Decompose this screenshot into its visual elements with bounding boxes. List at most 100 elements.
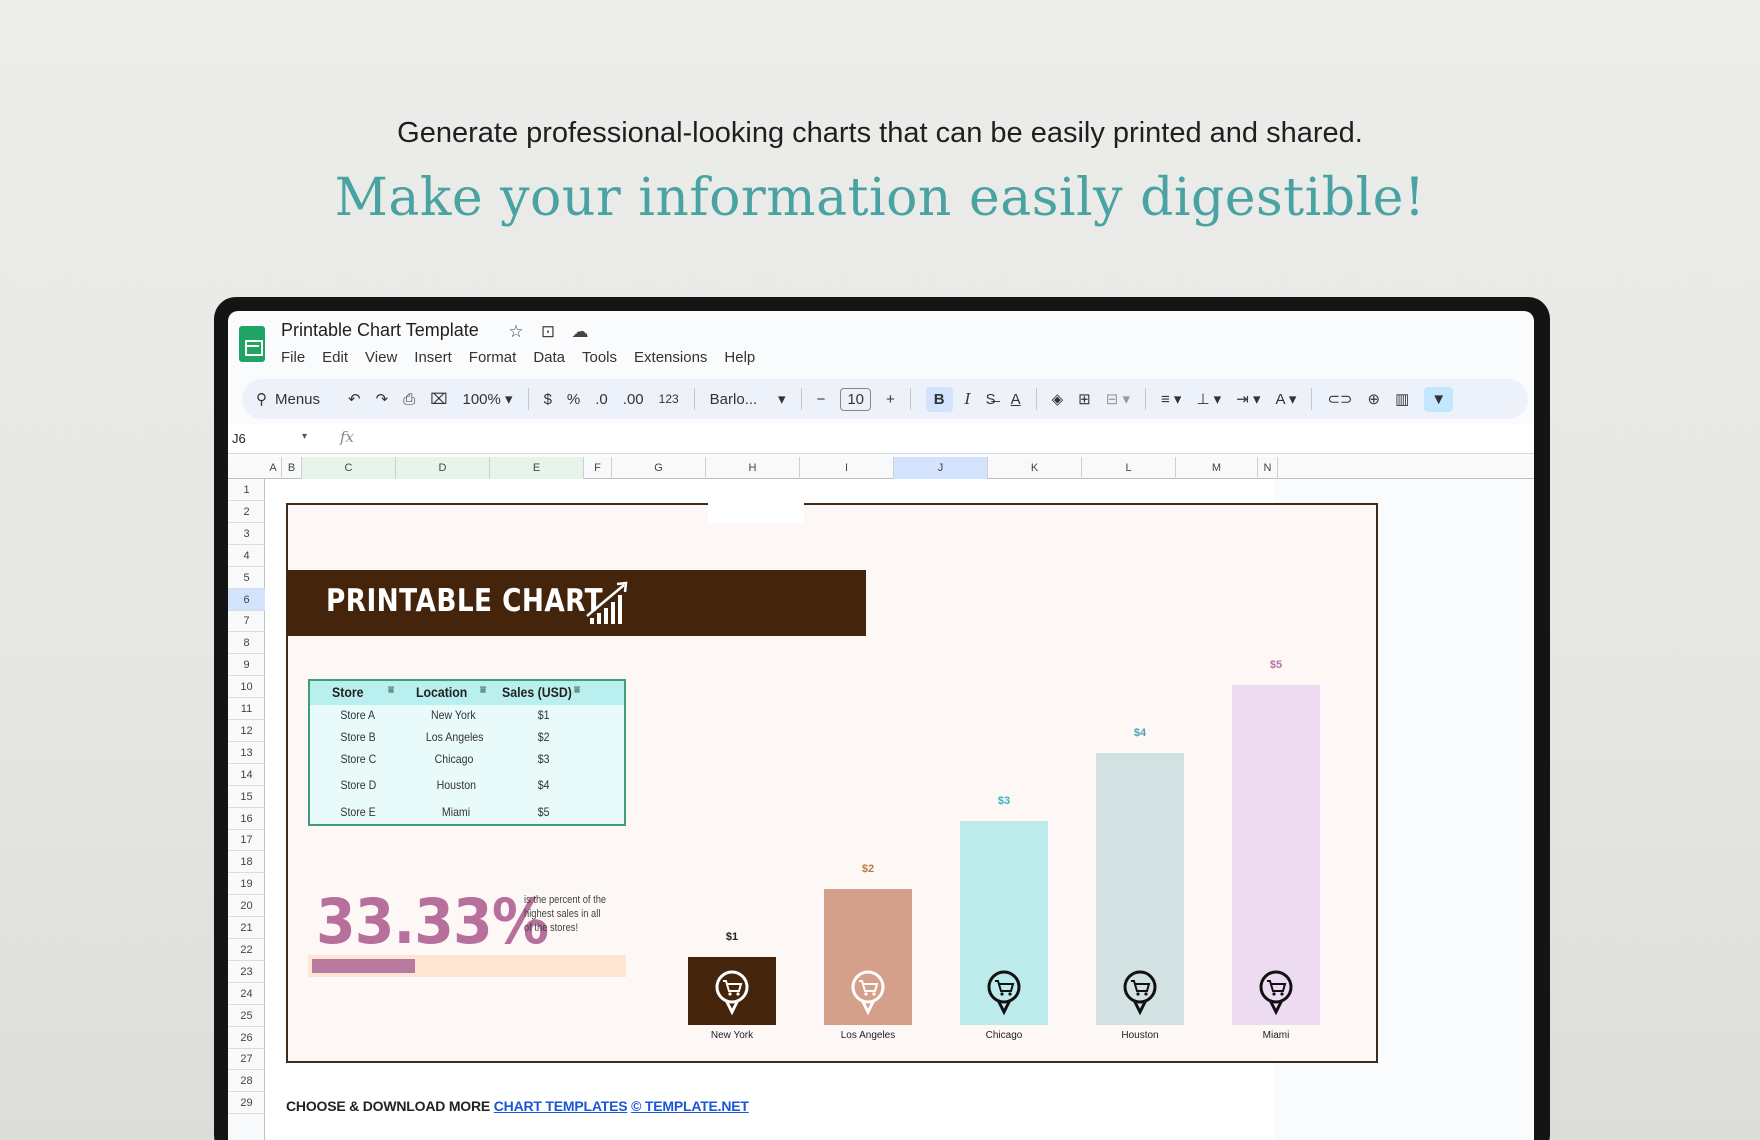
font-size-input[interactable]: 10 [840,387,872,411]
cell-reference[interactable]: J6 [232,431,246,446]
fill-color-icon[interactable]: ◈ [1052,390,1064,408]
sheets-logo-icon[interactable] [239,326,265,362]
horizontal-align-icon[interactable]: ≡ ▾ [1161,390,1181,408]
column-header-c[interactable]: C [302,457,396,479]
number-format-button[interactable]: 123 [659,392,679,406]
row-header-2[interactable]: 2 [228,501,265,523]
decrease-decimal-button[interactable]: .0 [595,391,608,408]
insert-link-icon[interactable]: ⊂⊃ [1327,390,1352,408]
row-header-16[interactable]: 16 [228,808,265,830]
row-header-26[interactable]: 26 [228,1027,265,1049]
header-sales[interactable]: Sales (USD) [502,684,572,700]
cell-store[interactable]: Store A [340,708,375,722]
menu-extensions[interactable]: Extensions [634,349,707,366]
column-header-m[interactable]: M [1176,457,1258,479]
menu-view[interactable]: View [365,349,397,366]
filter-icon[interactable]: ⩸ [574,685,580,696]
italic-button[interactable]: I [965,390,971,408]
header-store[interactable]: Store [332,684,364,700]
row-header-19[interactable]: 19 [228,873,265,896]
row-header-21[interactable]: 21 [228,917,265,939]
menu-insert[interactable]: Insert [414,349,452,366]
row-header-20[interactable]: 20 [228,895,265,918]
cell-store[interactable]: Store E [340,805,375,819]
zoom-select[interactable]: 100% ▾ [463,390,513,409]
print-icon[interactable]: ⎙ [403,391,415,408]
header-location[interactable]: Location [416,684,467,700]
font-select[interactable]: Barlo... ▾ [710,390,786,409]
cell-store[interactable]: Store D [340,778,376,792]
row-header-3[interactable]: 3 [228,523,265,545]
bold-button[interactable]: B [925,386,953,412]
percent-button[interactable]: % [567,391,580,408]
cell-location[interactable]: Houston [437,778,476,792]
column-header-l[interactable]: L [1082,457,1176,479]
text-wrap-icon[interactable]: ⇥ ▾ [1236,390,1260,408]
row-header-27[interactable]: 27 [228,1048,265,1071]
column-header-f[interactable]: F [584,457,612,479]
merge-cells-icon[interactable]: ⊟ ▾ [1106,390,1130,408]
column-header-n[interactable]: N [1258,457,1278,479]
row-header-13[interactable]: 13 [228,742,265,764]
row-header-11[interactable]: 11 [228,698,265,720]
font-size-decrease-icon[interactable]: − [817,391,826,408]
cell-location[interactable]: New York [431,708,476,722]
cell-sales[interactable]: $5 [538,805,550,819]
column-header-k[interactable]: K [988,457,1082,479]
column-header-i[interactable]: I [800,457,894,479]
row-header-24[interactable]: 24 [228,983,265,1005]
filter-icon[interactable]: ⩸ [480,685,486,696]
cell-store[interactable]: Store C [340,752,376,766]
paint-format-icon[interactable]: ⌧ [430,390,447,408]
column-header-e[interactable]: E [490,457,584,479]
insert-chart-icon[interactable]: ▥ [1395,390,1409,408]
row-header-7[interactable]: 7 [228,610,265,633]
row-header-22[interactable]: 22 [228,939,265,961]
row-header-10[interactable]: 10 [228,676,265,699]
star-icon[interactable]: ☆ [506,322,526,342]
menu-tools[interactable]: Tools [582,349,617,366]
row-header-18[interactable]: 18 [228,851,265,874]
filter-icon[interactable]: ⩸ [388,685,394,696]
redo-icon[interactable]: ↷ [376,390,389,408]
row-header-28[interactable]: 28 [228,1070,265,1093]
cell-store[interactable]: Store B [340,730,375,744]
row-header-17[interactable]: 17 [228,829,265,852]
filter-icon[interactable]: ▼ [1424,386,1454,412]
row-header-14[interactable]: 14 [228,764,265,786]
increase-decimal-button[interactable]: .00 [623,391,644,408]
column-header-g[interactable]: G [612,457,706,479]
strikethrough-icon[interactable]: S̶ [986,391,996,408]
cell-sales[interactable]: $2 [538,730,550,744]
cell-sales[interactable]: $4 [538,778,550,792]
menu-help[interactable]: Help [724,349,755,366]
text-rotation-icon[interactable]: A ▾ [1275,390,1296,408]
chevron-down-icon[interactable]: ▾ [302,431,307,442]
menu-edit[interactable]: Edit [322,349,348,366]
cell-location[interactable]: Miami [442,805,470,819]
template-net-link[interactable]: © TEMPLATE.NET [631,1098,749,1114]
cell-sales[interactable]: $3 [538,752,550,766]
move-folder-icon[interactable]: ⊡ [538,322,558,342]
menu-file[interactable]: File [281,349,305,366]
menu-format[interactable]: Format [469,349,517,366]
row-header-9[interactable]: 9 [228,654,265,677]
cell-location[interactable]: Los Angeles [426,730,484,744]
selected-cell[interactable] [708,503,804,523]
row-header-1[interactable]: 1 [228,479,265,501]
search-menus-button[interactable]: ⚲ Menus [256,390,320,409]
row-header-25[interactable]: 25 [228,1005,265,1027]
undo-icon[interactable]: ↶ [348,390,361,408]
column-header-b[interactable]: B [282,457,302,479]
row-header-6[interactable]: 6 [228,588,265,611]
row-header-8[interactable]: 8 [228,632,265,655]
vertical-align-icon[interactable]: ⊥ ▾ [1196,390,1221,408]
column-header-d[interactable]: D [396,457,490,479]
font-size-increase-icon[interactable]: + [886,391,895,408]
borders-icon[interactable]: ⊞ [1078,390,1091,408]
cell-sales[interactable]: $1 [538,708,550,722]
chart-templates-link[interactable]: CHART TEMPLATES [494,1098,628,1114]
row-header-29[interactable]: 29 [228,1092,265,1115]
row-header-23[interactable]: 23 [228,961,265,983]
row-header-12[interactable]: 12 [228,720,265,742]
